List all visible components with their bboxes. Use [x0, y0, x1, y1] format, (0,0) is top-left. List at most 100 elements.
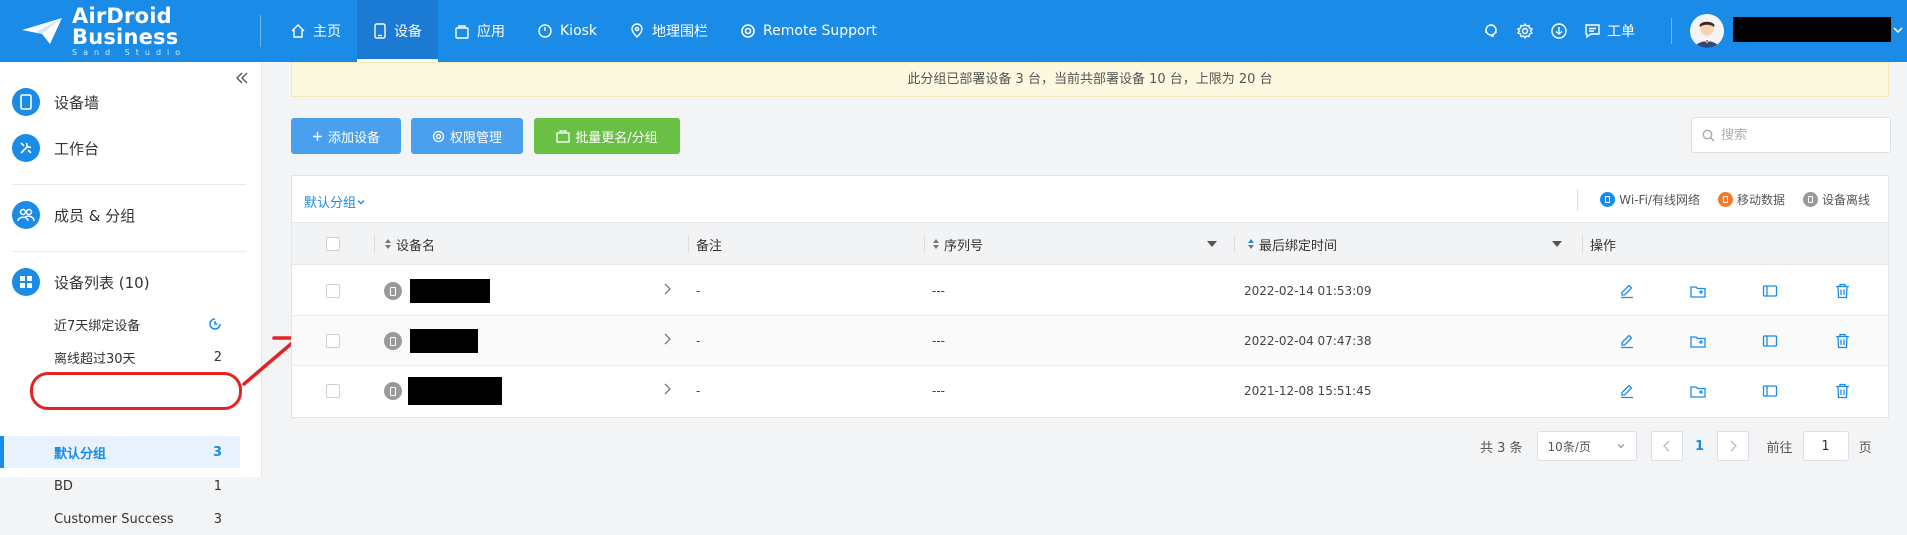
- sidebar-group-default[interactable]: 默认分组 3: [0, 436, 240, 468]
- nav-home[interactable]: 主页: [274, 0, 357, 62]
- annotation-highlight-oval: [30, 372, 242, 410]
- device-name-redacted[interactable]: [410, 266, 490, 316]
- chevron-down-icon: [1617, 444, 1625, 449]
- permissions-button[interactable]: 权限管理: [411, 118, 523, 154]
- table-row[interactable]: - --- 2022-02-04 07:47:38: [292, 316, 1888, 366]
- grid-icon: [12, 268, 40, 296]
- page-size-value: 10条/页: [1547, 439, 1591, 454]
- sidebar-item-members[interactable]: 成员 & 分组: [12, 199, 135, 231]
- tools-icon: [12, 134, 40, 162]
- chevron-down-icon: [357, 199, 365, 204]
- home-icon: [291, 24, 305, 38]
- rename-icon[interactable]: [1762, 383, 1778, 399]
- total-count: 共 3 条: [1480, 440, 1523, 456]
- chevron-right-icon: [1730, 440, 1737, 452]
- collapse-icon[interactable]: [234, 70, 250, 86]
- nav-kiosk-label: Kiosk: [560, 23, 598, 39]
- rename-icon[interactable]: [1762, 283, 1778, 299]
- device-name-redacted[interactable]: [408, 366, 502, 416]
- chat-icon: [1585, 24, 1600, 39]
- row-checkbox[interactable]: [326, 366, 340, 416]
- edit-icon[interactable]: [1619, 333, 1635, 349]
- trash-icon[interactable]: [1835, 383, 1850, 399]
- sidebar-item-device-list[interactable]: 设备列表 (10): [12, 266, 150, 298]
- column-header-label: 备注: [696, 238, 723, 254]
- column-header-bind-time[interactable]: 最后绑定时间: [1247, 223, 1337, 265]
- nav-kiosk[interactable]: Kiosk: [521, 0, 613, 62]
- add-device-button[interactable]: 添加设备: [291, 118, 401, 154]
- add-device-label: 添加设备: [327, 130, 380, 146]
- move-to-folder-icon[interactable]: [1690, 333, 1707, 349]
- move-to-folder-icon[interactable]: [1690, 383, 1707, 399]
- nav-home-label: 主页: [313, 24, 341, 40]
- search-box[interactable]: [1691, 117, 1891, 153]
- headset-icon[interactable]: [1482, 22, 1500, 40]
- filter-dropdown-icon[interactable]: [1207, 241, 1217, 247]
- row-checkbox[interactable]: [326, 316, 340, 366]
- sidebar-divider: [12, 184, 246, 185]
- device-name-redacted[interactable]: [410, 316, 478, 366]
- trash-icon[interactable]: [1835, 283, 1850, 299]
- trash-icon[interactable]: [1835, 333, 1850, 349]
- tablet-icon: [12, 88, 40, 116]
- username-redacted: [1733, 17, 1891, 42]
- sidebar-group-bd[interactable]: BD 1: [0, 470, 240, 502]
- avatar[interactable]: [1690, 14, 1724, 48]
- page-size-select[interactable]: 10条/页: [1536, 431, 1637, 461]
- header-divider: [260, 15, 261, 47]
- column-header-name[interactable]: 设备名: [384, 223, 435, 265]
- ticket-button[interactable]: 工单: [1584, 21, 1635, 41]
- chevron-down-icon[interactable]: [1892, 24, 1904, 36]
- table-header-bar: 默认分组 Wi-Fi/有线网络 移动数据 设备离线: [292, 176, 1888, 223]
- nav-apps[interactable]: 应用: [438, 0, 521, 62]
- nav-geofence[interactable]: 地理围栏: [613, 0, 724, 62]
- logo[interactable]: AirDroid Business Sand Studio: [20, 5, 252, 56]
- main-nav: 主页 设备 应用 Kiosk 地理围栏 Remote Support: [274, 0, 893, 62]
- chevron-right-icon[interactable]: [663, 283, 671, 295]
- table-row[interactable]: - --- 2021-12-08 15:51:45: [292, 366, 1888, 416]
- sidebar-group-offline-30-days[interactable]: 离线超过30天 2: [0, 341, 240, 373]
- batch-rename-button[interactable]: 批量更名/分组: [534, 118, 680, 154]
- chevron-right-icon[interactable]: [663, 383, 671, 395]
- header-actions: 工单: [1482, 0, 1635, 62]
- ticket-label: 工单: [1607, 24, 1635, 40]
- device-serial: ---: [932, 384, 945, 398]
- device-note: -: [696, 334, 701, 348]
- chevron-right-icon[interactable]: [663, 333, 671, 345]
- device-table-panel: 默认分组 Wi-Fi/有线网络 移动数据 设备离线 设备名 备注 序列号 最后绑…: [291, 175, 1889, 418]
- legend-label: Wi-Fi/有线网络: [1619, 193, 1700, 207]
- sidebar-group-customer-success[interactable]: Customer Success 3: [0, 503, 240, 535]
- goto-page-input[interactable]: 1: [1802, 431, 1849, 461]
- select-all-checkbox[interactable]: [326, 223, 340, 265]
- sidebar-divider: [12, 251, 246, 252]
- next-page-button[interactable]: [1716, 431, 1749, 461]
- current-page[interactable]: 1: [1683, 431, 1717, 461]
- rename-icon[interactable]: [1762, 333, 1778, 349]
- row-checkbox[interactable]: [326, 266, 340, 316]
- filter-dropdown-icon[interactable]: [1552, 241, 1562, 247]
- edit-icon[interactable]: [1619, 383, 1635, 399]
- sort-icon: [1247, 238, 1255, 250]
- gear-icon[interactable]: [1516, 22, 1534, 40]
- prev-page-button[interactable]: [1650, 431, 1683, 461]
- sidebar-item-workbench[interactable]: 工作台: [12, 132, 99, 164]
- group-label: BD: [54, 478, 73, 494]
- column-header-actions: 操作: [1590, 223, 1616, 265]
- kiosk-icon: [538, 24, 552, 38]
- nav-devices-label: 设备: [394, 24, 422, 40]
- search-input[interactable]: [1721, 127, 1881, 143]
- column-header-serial[interactable]: 序列号: [932, 223, 983, 265]
- move-to-folder-icon[interactable]: [1690, 283, 1707, 299]
- group-selector[interactable]: 默认分组: [304, 192, 366, 211]
- edit-icon[interactable]: [1619, 283, 1635, 299]
- download-icon[interactable]: [1550, 22, 1568, 40]
- group-label: 默认分组: [54, 446, 107, 462]
- nav-remote-support[interactable]: Remote Support: [724, 0, 893, 62]
- sidebar-group-recent-7-days[interactable]: 近7天绑定设备: [0, 308, 240, 340]
- sidebar-item-device-wall[interactable]: 设备墙: [12, 86, 99, 118]
- table-row[interactable]: - --- 2022-02-14 01:53:09: [292, 266, 1888, 316]
- column-header-label: 操作: [1590, 238, 1617, 254]
- nav-apps-label: 应用: [477, 24, 505, 40]
- nav-devices[interactable]: 设备: [357, 0, 438, 62]
- offline-status-icon: [1802, 192, 1818, 207]
